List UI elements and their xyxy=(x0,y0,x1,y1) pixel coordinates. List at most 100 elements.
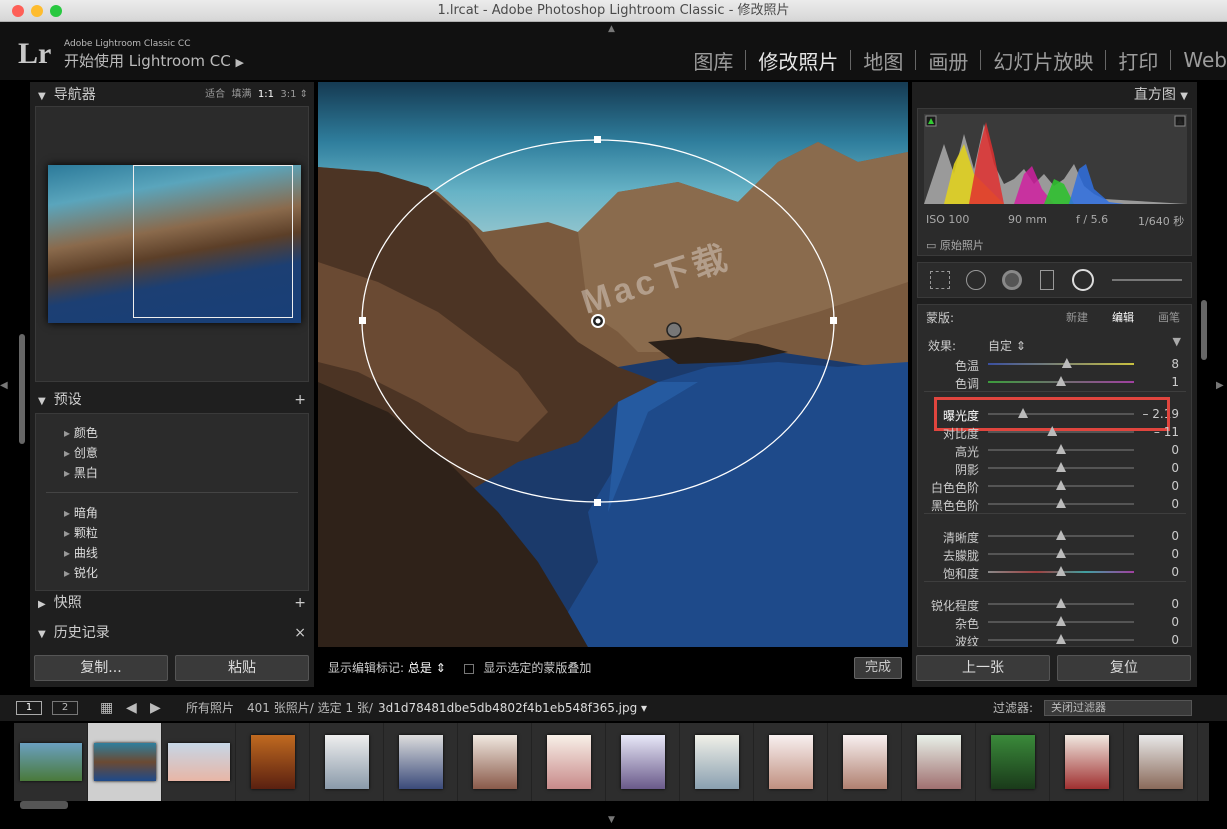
slider-track[interactable] xyxy=(988,462,1134,472)
reset-button[interactable]: 复位 xyxy=(1057,655,1191,681)
navigator-preview[interactable] xyxy=(35,106,309,382)
filmstrip-cell[interactable] xyxy=(680,723,754,801)
filmstrip-thumbnail[interactable] xyxy=(472,735,517,789)
close-window-button[interactable] xyxy=(12,5,24,17)
crop-tool-icon[interactable] xyxy=(930,271,950,289)
slider-track[interactable] xyxy=(988,616,1134,626)
overlay-checkbox[interactable] xyxy=(463,663,474,674)
slider-thumb[interactable] xyxy=(1056,530,1066,540)
slider-track[interactable] xyxy=(988,376,1134,386)
filmstrip-thumbnail[interactable] xyxy=(19,743,82,781)
left-panel-toggle-icon[interactable]: ◀ xyxy=(0,380,8,391)
slider-thumb[interactable] xyxy=(1056,548,1066,558)
effect-select[interactable]: 自定 ⇕ xyxy=(988,337,1026,354)
slider-value[interactable]: 0 xyxy=(1171,443,1179,457)
bottom-panel-toggle-icon[interactable]: ▼ xyxy=(608,815,615,825)
minimize-window-button[interactable] xyxy=(31,5,43,17)
left-scrollbar[interactable] xyxy=(19,334,25,444)
slider-track[interactable] xyxy=(988,498,1134,508)
slider-thumb[interactable] xyxy=(1061,358,1072,368)
slider-value[interactable]: 0 xyxy=(1171,547,1179,561)
filmstrip-thumbnail[interactable] xyxy=(93,743,156,781)
histogram-header[interactable]: 直方图 ▼ xyxy=(912,82,1196,108)
slider-track[interactable] xyxy=(988,548,1134,558)
slider-value[interactable]: 8 xyxy=(1171,357,1179,371)
slider-thumb[interactable] xyxy=(1056,480,1066,490)
filmstrip-cell[interactable] xyxy=(384,723,458,801)
slider-track[interactable] xyxy=(988,634,1134,644)
preset-folder[interactable]: 暗角 xyxy=(64,504,98,521)
navigator-zoom-options[interactable]: 适合 填满 1:1 3:1 ⇕ xyxy=(205,82,308,108)
secondary-window-button[interactable]: 2 xyxy=(52,701,78,715)
history-header[interactable]: ▼ 历史记录 × xyxy=(30,620,314,646)
radial-filter-icon[interactable] xyxy=(1072,269,1094,291)
snapshots-header[interactable]: ▶ 快照 + xyxy=(30,590,314,616)
collapse-triangle-icon[interactable]: ▼ xyxy=(1173,335,1181,348)
copy-button[interactable]: 复制... xyxy=(34,655,168,681)
zoom-window-button[interactable] xyxy=(50,5,62,17)
slider-thumb[interactable] xyxy=(1056,444,1066,454)
module-slideshow[interactable]: 幻灯片放映 xyxy=(981,46,1105,75)
filmstrip-thumbnail[interactable] xyxy=(1138,735,1183,789)
filter-select[interactable]: 关闭过滤器 xyxy=(1044,700,1192,716)
slider-thumb[interactable] xyxy=(1056,566,1066,576)
preset-folder[interactable]: 创意 xyxy=(64,444,98,461)
slider-track[interactable] xyxy=(988,358,1134,368)
preset-folder[interactable]: 颗粒 xyxy=(64,524,98,541)
brush-size-slider[interactable] xyxy=(1112,279,1182,281)
primary-window-button[interactable]: 1 xyxy=(16,701,42,715)
radial-filter-overlay[interactable] xyxy=(318,82,908,647)
filmstrip-thumbnail[interactable] xyxy=(620,735,665,789)
filmstrip-thumbnail[interactable] xyxy=(546,735,591,789)
slider-value[interactable]: 0 xyxy=(1171,565,1179,579)
filmstrip-thumbnail[interactable] xyxy=(167,743,230,781)
filmstrip-scrollbar[interactable] xyxy=(20,801,68,809)
filmstrip-thumbnail[interactable] xyxy=(250,735,295,789)
show-original-toggle[interactable]: ▭ 原始照片 xyxy=(926,237,984,253)
filmstrip-cell[interactable] xyxy=(162,723,236,801)
module-library[interactable]: 图库 xyxy=(681,46,745,75)
filmstrip-cell[interactable] xyxy=(828,723,902,801)
filmstrip-thumbnail[interactable] xyxy=(768,735,813,789)
filmstrip-cell[interactable] xyxy=(606,723,680,801)
slider-thumb[interactable] xyxy=(1056,634,1066,644)
slider-value[interactable]: 0 xyxy=(1171,529,1179,543)
module-print[interactable]: 打印 xyxy=(1106,46,1170,75)
add-preset-icon[interactable]: + xyxy=(294,387,306,413)
filmstrip-thumbnail[interactable] xyxy=(842,735,887,789)
filmstrip-cell[interactable] xyxy=(14,723,88,801)
forward-arrow-icon[interactable]: ▶ xyxy=(150,695,161,721)
filmstrip-thumbnail[interactable] xyxy=(694,735,739,789)
slider-value[interactable]: 0 xyxy=(1171,597,1179,611)
slider-track[interactable] xyxy=(988,444,1134,454)
slider-track[interactable] xyxy=(988,426,1134,436)
slider-value[interactable]: 0 xyxy=(1171,461,1179,475)
slider-thumb[interactable] xyxy=(1056,498,1066,508)
slider-value[interactable]: 0 xyxy=(1171,497,1179,511)
slider-value[interactable]: 1 xyxy=(1171,375,1179,389)
filmstrip-cell[interactable] xyxy=(236,723,310,801)
slider-thumb[interactable] xyxy=(1047,426,1058,436)
slider-track[interactable] xyxy=(988,480,1134,490)
preset-folder[interactable]: 颜色 xyxy=(64,424,98,441)
photo-canvas[interactable]: Mac下载 xyxy=(318,82,908,647)
preset-folder[interactable]: 锐化 xyxy=(64,564,98,581)
filmstrip-cell[interactable] xyxy=(976,723,1050,801)
filmstrip-cell[interactable] xyxy=(532,723,606,801)
navigator-header[interactable]: ▼ 导航器 适合 填满 1:1 3:1 ⇕ xyxy=(30,82,314,108)
filmstrip-thumbnail[interactable] xyxy=(916,735,961,789)
slider-value[interactable]: 0 xyxy=(1171,633,1179,646)
source-label[interactable]: 所有照片 xyxy=(186,695,234,721)
show-pins-select[interactable]: 总是 ⇕ xyxy=(408,661,446,675)
clear-history-icon[interactable]: × xyxy=(294,620,306,646)
slider-value[interactable]: 0 xyxy=(1171,615,1179,629)
mask-new-tab[interactable]: 新建 xyxy=(1066,309,1088,325)
filmstrip-cell[interactable] xyxy=(310,723,384,801)
filename-menu[interactable]: 3d1d78481dbe5db4802f4b1eb548f365.jpg ▾ xyxy=(378,695,647,721)
preset-folder[interactable]: 黑白 xyxy=(64,464,98,481)
module-map[interactable]: 地图 xyxy=(851,46,915,75)
filmstrip-thumbnail[interactable] xyxy=(324,735,369,789)
done-button[interactable]: 完成 xyxy=(854,657,902,679)
filmstrip-thumbnail[interactable] xyxy=(1064,735,1109,789)
mask-edit-tab[interactable]: 编辑 xyxy=(1112,309,1134,325)
